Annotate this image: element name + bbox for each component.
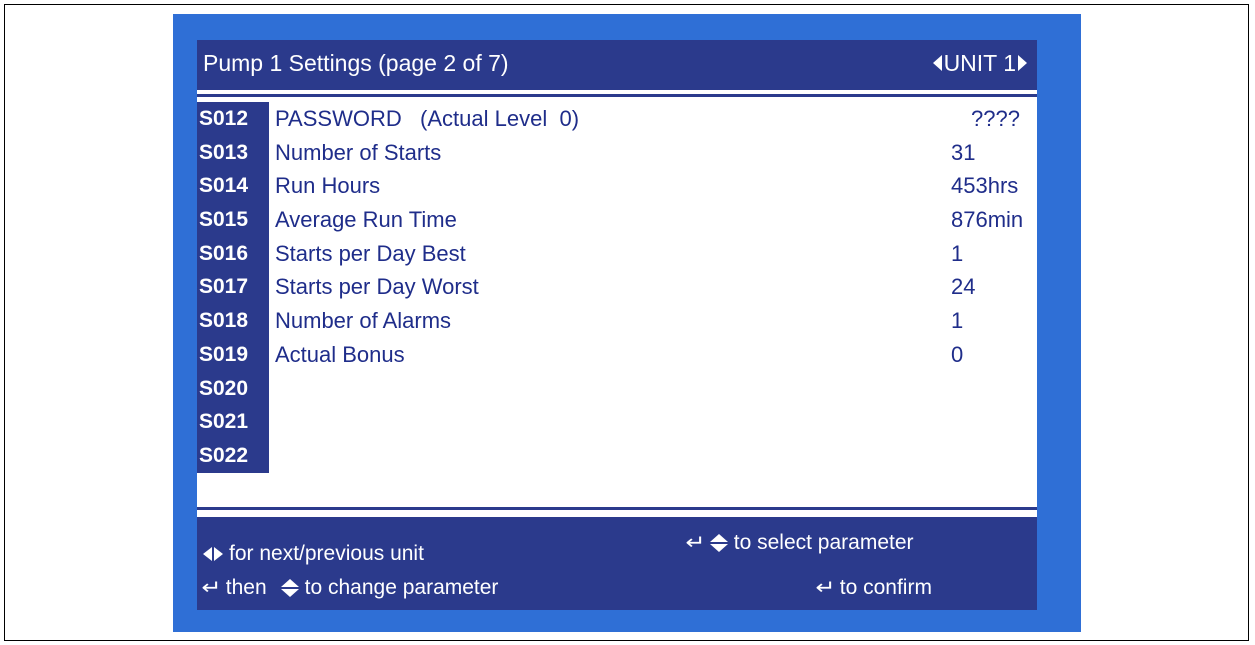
- triangle-left-icon[interactable]: [932, 55, 942, 71]
- help-next-previous: for next/previous unit: [203, 540, 424, 568]
- parameter-row[interactable]: S013 Number of Starts 31: [197, 135, 1037, 170]
- parameter-row[interactable]: S020: [197, 371, 1037, 406]
- parameter-row[interactable]: S022: [197, 438, 1037, 473]
- parameter-code: S015: [197, 203, 269, 237]
- parameter-code: S012: [197, 102, 269, 136]
- help-select-parameter: ↵ to select parameter: [685, 529, 914, 557]
- up-down-arrows-icon: [280, 579, 299, 597]
- triangle-right-icon[interactable]: [1018, 55, 1027, 71]
- parameter-code: S018: [197, 304, 269, 338]
- parameter-code: S021: [197, 405, 269, 439]
- unit-selector[interactable]: UNIT 1: [932, 48, 1027, 78]
- enter-icon: ↵: [201, 577, 222, 599]
- parameter-value: 453hrs: [951, 173, 1019, 199]
- help-next-previous-text: for next/previous unit: [229, 542, 424, 565]
- up-down-arrows-icon: [709, 534, 728, 552]
- parameter-label: Run Hours: [275, 173, 381, 199]
- parameter-code: S016: [197, 236, 269, 271]
- parameter-row[interactable]: S016 Starts per Day Best 1: [197, 236, 1037, 271]
- title-bar: Pump 1 Settings (page 2 of 7) UNIT 1: [197, 40, 1037, 90]
- parameter-value: 0: [951, 341, 964, 367]
- enter-icon: ↵: [815, 577, 836, 599]
- help-confirm-text: to confirm: [839, 576, 932, 599]
- parameter-label: Average Run Time: [275, 207, 457, 233]
- parameter-row[interactable]: S015 Average Run Time 876min: [197, 203, 1037, 237]
- hmi-screen: Pump 1 Settings (page 2 of 7) UNIT 1 S01…: [197, 40, 1037, 610]
- parameter-row[interactable]: S014 Run Hours 453hrs: [197, 169, 1037, 204]
- unit-label: UNIT 1: [943, 50, 1016, 76]
- parameter-code: S014: [197, 169, 269, 204]
- help-confirm: ↵ to confirm: [815, 574, 932, 602]
- page-title: Pump 1 Settings (page 2 of 7): [203, 50, 509, 76]
- parameter-label: Number of Starts: [275, 139, 442, 165]
- parameter-row[interactable]: S018 Number of Alarms 1: [197, 304, 1037, 338]
- parameter-value: 1: [951, 240, 964, 266]
- parameter-row[interactable]: S021: [197, 405, 1037, 439]
- parameter-label: Starts per Day Worst: [275, 274, 479, 300]
- parameter-value: 876min: [951, 207, 1024, 233]
- parameter-value: ????: [971, 106, 1020, 131]
- help-select-parameter-text: to select parameter: [733, 531, 914, 554]
- parameter-label: Number of Alarms: [275, 308, 452, 334]
- parameter-code: S022: [197, 438, 269, 473]
- parameter-code: S013: [197, 135, 269, 170]
- help-change-parameter: ↵ then to change parameter: [201, 574, 499, 602]
- parameter-list: S012 PASSWORD (Actual Level 0) ???? S013…: [197, 102, 1037, 473]
- help-footer: for next/previous unit ↵ then to change …: [197, 517, 1037, 610]
- parameter-value: 1: [951, 308, 964, 334]
- bottom-divider: [197, 507, 1037, 510]
- top-divider: [197, 94, 1037, 97]
- parameter-row[interactable]: S012 PASSWORD (Actual Level 0) ????: [197, 102, 1037, 136]
- parameter-value: 31: [951, 139, 976, 165]
- parameter-row[interactable]: S019 Actual Bonus 0: [197, 337, 1037, 372]
- hmi-display: Pump 1 Settings (page 2 of 7) UNIT 1 S01…: [173, 14, 1081, 632]
- parameter-code: S017: [197, 270, 269, 305]
- left-right-arrows-icon: [203, 547, 223, 561]
- help-then-text: then: [225, 576, 267, 599]
- parameter-label: Starts per Day Best: [275, 240, 466, 266]
- parameter-code: S020: [197, 371, 269, 406]
- parameter-label: PASSWORD (Actual Level 0): [275, 106, 580, 131]
- parameter-label: Actual Bonus: [275, 341, 405, 367]
- parameter-value: 24: [951, 274, 976, 300]
- enter-icon: ↵: [685, 532, 706, 554]
- help-change-parameter-text: to change parameter: [304, 576, 499, 599]
- parameter-row[interactable]: S017 Starts per Day Worst 24: [197, 270, 1037, 305]
- parameter-code: S019: [197, 337, 269, 372]
